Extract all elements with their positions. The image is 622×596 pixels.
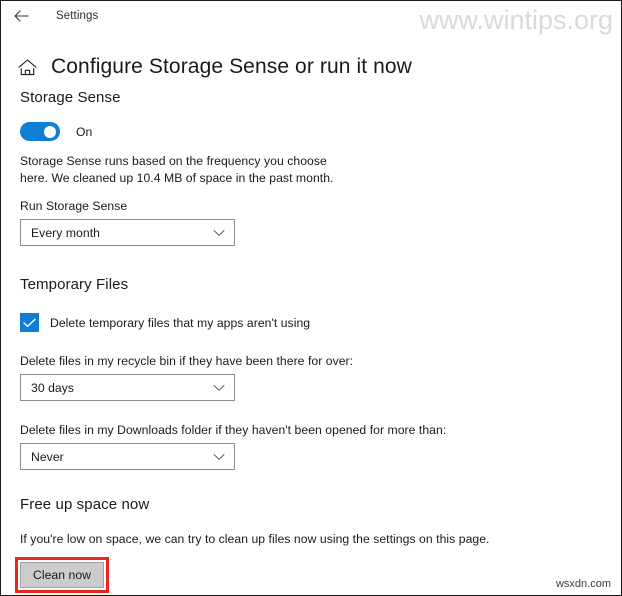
storage-sense-description: Storage Sense runs based on the frequenc…: [20, 154, 334, 185]
clean-now-button[interactable]: Clean now: [20, 562, 105, 588]
chevron-down-icon: [212, 381, 226, 395]
storage-sense-toggle-state: On: [76, 124, 93, 139]
downloads-folder-dropdown[interactable]: Never: [20, 443, 235, 470]
settings-content: Storage Sense On Storage Sense runs base…: [15, 89, 605, 593]
recycle-bin-value: 30 days: [31, 380, 75, 395]
home-icon[interactable]: [15, 55, 39, 79]
page-title: Configure Storage Sense or run it now: [51, 55, 412, 79]
storage-sense-toggle[interactable]: [20, 122, 60, 141]
watermark-top: www.wintips.org: [419, 5, 613, 35]
chevron-down-icon: [212, 450, 226, 464]
downloads-folder-value: Never: [31, 449, 64, 464]
breadcrumb: Settings: [56, 10, 99, 22]
page-header: Configure Storage Sense or run it now: [15, 41, 412, 93]
free-up-space-description: If you're low on space, we can try to cl…: [20, 532, 490, 546]
run-storage-sense-label: Run Storage Sense: [20, 199, 128, 213]
chevron-down-icon: [212, 226, 226, 240]
check-icon: [23, 318, 36, 328]
section-heading-free-up-space: Free up space now: [20, 496, 150, 513]
watermark-bottom: wsxdn.com: [555, 578, 611, 590]
back-button[interactable]: [8, 4, 34, 28]
section-heading-storage-sense: Storage Sense: [20, 89, 121, 106]
title-bar: Settings: [1, 1, 98, 31]
delete-temp-files-checkbox[interactable]: [20, 313, 39, 332]
delete-temp-files-row: Delete temporary files that my apps aren…: [20, 313, 605, 332]
back-arrow-icon: [13, 10, 29, 22]
section-heading-temporary-files: Temporary Files: [20, 276, 129, 293]
delete-temp-files-label: Delete temporary files that my apps aren…: [50, 315, 311, 330]
clean-now-annotation: Clean now: [15, 557, 110, 593]
recycle-bin-dropdown[interactable]: 30 days: [20, 374, 235, 401]
downloads-folder-label: Delete files in my Downloads folder if t…: [20, 423, 447, 437]
storage-sense-toggle-row: On: [20, 122, 605, 141]
run-storage-sense-value: Every month: [31, 225, 100, 240]
recycle-bin-label: Delete files in my recycle bin if they h…: [20, 354, 354, 368]
toggle-knob: [44, 125, 56, 138]
run-storage-sense-dropdown[interactable]: Every month: [20, 219, 235, 246]
settings-window: www.wintips.org Settings Configure Stora…: [0, 0, 622, 596]
